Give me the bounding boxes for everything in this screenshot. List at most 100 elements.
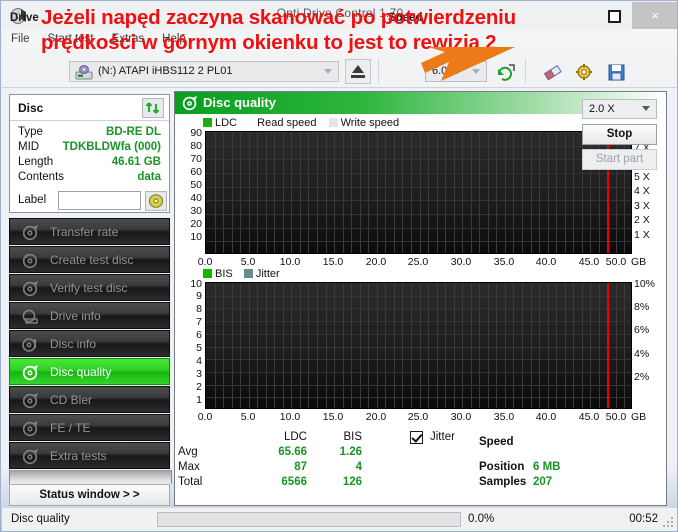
- start-part-button: Start part: [582, 149, 657, 170]
- ldc-read-speed-chart[interactable]: [205, 131, 632, 254]
- disc-label-input[interactable]: [58, 191, 141, 210]
- elapsed-time: 00:52: [629, 513, 658, 525]
- status-text: Disc quality: [11, 513, 70, 525]
- chart2-ytick: 4: [196, 355, 202, 367]
- chart1-xtick: 40.0: [535, 256, 557, 268]
- drive-icon: [75, 65, 93, 80]
- chevron-down-icon: [642, 106, 650, 111]
- legend-label-write-speed: Write speed: [340, 117, 400, 129]
- chart2-xtick: 5.0: [240, 411, 256, 423]
- chart2-legend: BIS Jitter: [203, 268, 280, 280]
- disc-row-value: BD-RE DL: [106, 126, 161, 138]
- chart1-xtick: 10.0: [279, 256, 301, 268]
- stats-max-ldc: 87: [294, 461, 307, 473]
- resize-grip-icon[interactable]: [663, 517, 673, 527]
- eraser-icon: [543, 65, 562, 81]
- chart1-ytick: 80: [190, 140, 202, 152]
- chart1-legend: LDC Read speed Write speed: [203, 117, 399, 129]
- chart1-y2tick: 2 X: [634, 214, 650, 226]
- chart2-xtick: 40.0: [535, 411, 557, 423]
- stats-total-ldc: 6566: [281, 476, 307, 488]
- stop-button[interactable]: Stop: [582, 124, 657, 145]
- legend-label-ldc: LDC: [215, 117, 238, 129]
- refresh-disc-button[interactable]: [142, 98, 164, 118]
- sidebar-item-verify-test-disc[interactable]: Verify test disc: [9, 274, 170, 301]
- progress-bar: [157, 512, 461, 527]
- scan-speed-select[interactable]: 2.0 X: [582, 99, 657, 119]
- chart2-ytick: 1: [196, 394, 202, 406]
- legend-swatch-ldc: [203, 118, 212, 127]
- chart1-ytick: 40: [190, 192, 202, 204]
- chart1-xtick: 35.0: [493, 256, 515, 268]
- chart2-xtick: 10.0: [279, 411, 301, 423]
- annotation-text: Jeżeli napęd zaczyna skanować po potwier…: [41, 5, 653, 55]
- sidebar-item-label: CD Bler: [50, 393, 93, 407]
- scan-speed-value: 2.0 X: [589, 103, 615, 115]
- chart2-xtick: 0.0: [197, 411, 213, 423]
- sidebar-item-transfer-rate[interactable]: Transfer rate: [9, 218, 170, 245]
- chart2-y2tick: 2%: [634, 371, 650, 383]
- chart1-ytick: 20: [190, 218, 202, 230]
- samples-label: Samples: [479, 476, 527, 488]
- chart2-xlabel: GB: [631, 411, 647, 423]
- sidebar-item-label: Extra tests: [50, 449, 107, 463]
- stats-header-bis: BIS: [343, 431, 362, 443]
- chart2-ytick: 3: [196, 368, 202, 380]
- disc-row-value: 46.61 GB: [111, 156, 161, 168]
- disc-scan-icon: [22, 392, 39, 409]
- sidebar-item-fe-te[interactable]: FE / TE: [9, 414, 170, 441]
- chart2-ytick: 2: [196, 381, 202, 393]
- disc-row-length: Length 46.61 GB: [10, 156, 169, 171]
- eject-button[interactable]: [345, 59, 371, 84]
- chart1-ytick: 60: [190, 166, 202, 178]
- progress-percent: 0.0%: [468, 513, 495, 525]
- position-label: Position: [479, 461, 525, 473]
- sidebar-item-label: Verify test disc: [50, 281, 128, 295]
- save-button[interactable]: [603, 59, 629, 84]
- chart1-xtick: 15.0: [322, 256, 344, 268]
- chart2-y2tick: 6%: [634, 324, 650, 336]
- disc-quality-icon: [182, 95, 198, 111]
- disc-row-key: Contents: [18, 171, 65, 183]
- sidebar-item-disc-info[interactable]: Disc info: [9, 330, 170, 357]
- panel-title: Disc quality: [203, 95, 276, 110]
- drive-label: Drive: [10, 12, 39, 24]
- eraser-button[interactable]: [539, 59, 565, 84]
- legend-swatch-bis: [203, 269, 212, 278]
- menu-item-file[interactable]: File: [2, 29, 39, 49]
- save-icon: [608, 64, 625, 81]
- disc-panel-header: Disc: [10, 95, 169, 121]
- disc-media-button[interactable]: [145, 191, 167, 211]
- drive-select[interactable]: (N:) ATAPI iHBS112 2 PL01: [69, 61, 339, 82]
- sidebar-item-cd-bler[interactable]: CD Bler: [9, 386, 170, 413]
- bis-jitter-chart[interactable]: [205, 282, 632, 409]
- status-window-button[interactable]: Status window > >: [9, 484, 170, 506]
- position-value: 6 MB: [533, 461, 561, 473]
- disc-info-icon: [22, 336, 39, 353]
- sidebar-item-create-test-disc[interactable]: Create test disc: [9, 246, 170, 273]
- stats-row-label-avg: Avg: [178, 446, 198, 458]
- chart1-ytick: 10: [190, 231, 202, 243]
- sidebar-item-drive-info[interactable]: Drive info: [9, 302, 170, 329]
- sidebar-item-label: Transfer rate: [50, 225, 119, 239]
- chart1-xlabel: GB: [631, 256, 647, 268]
- sidebar-item-label: Create test disc: [50, 253, 134, 267]
- chart2-y2tick: 4%: [634, 348, 650, 360]
- legend-label-jitter: Jitter: [255, 268, 280, 280]
- legend-swatch-write-speed: [328, 118, 338, 127]
- sidebar-item-extra-tests[interactable]: Extra tests: [9, 442, 170, 469]
- speed-stat-label: Speed: [479, 436, 514, 448]
- disc-row-value: TDKBLDWfa (000): [62, 141, 161, 153]
- chart2-xtick: 30.0: [450, 411, 472, 423]
- chart2-xtick: 20.0: [365, 411, 387, 423]
- chart2-y2tick: 8%: [634, 301, 650, 313]
- sidebar-item-disc-quality[interactable]: Disc quality: [9, 358, 170, 385]
- annotation-arrow: [397, 41, 517, 93]
- jitter-checkbox[interactable]: [410, 431, 423, 444]
- eject-icon: [352, 65, 364, 73]
- stats-row-label-max: Max: [178, 461, 200, 473]
- stats-avg-ldc: 65.66: [278, 446, 307, 458]
- legend-label-read-speed: Read speed: [257, 117, 317, 129]
- settings-button[interactable]: [571, 59, 597, 84]
- disc-quality-panel: Disc quality LDC Read speed Write speed: [174, 91, 667, 506]
